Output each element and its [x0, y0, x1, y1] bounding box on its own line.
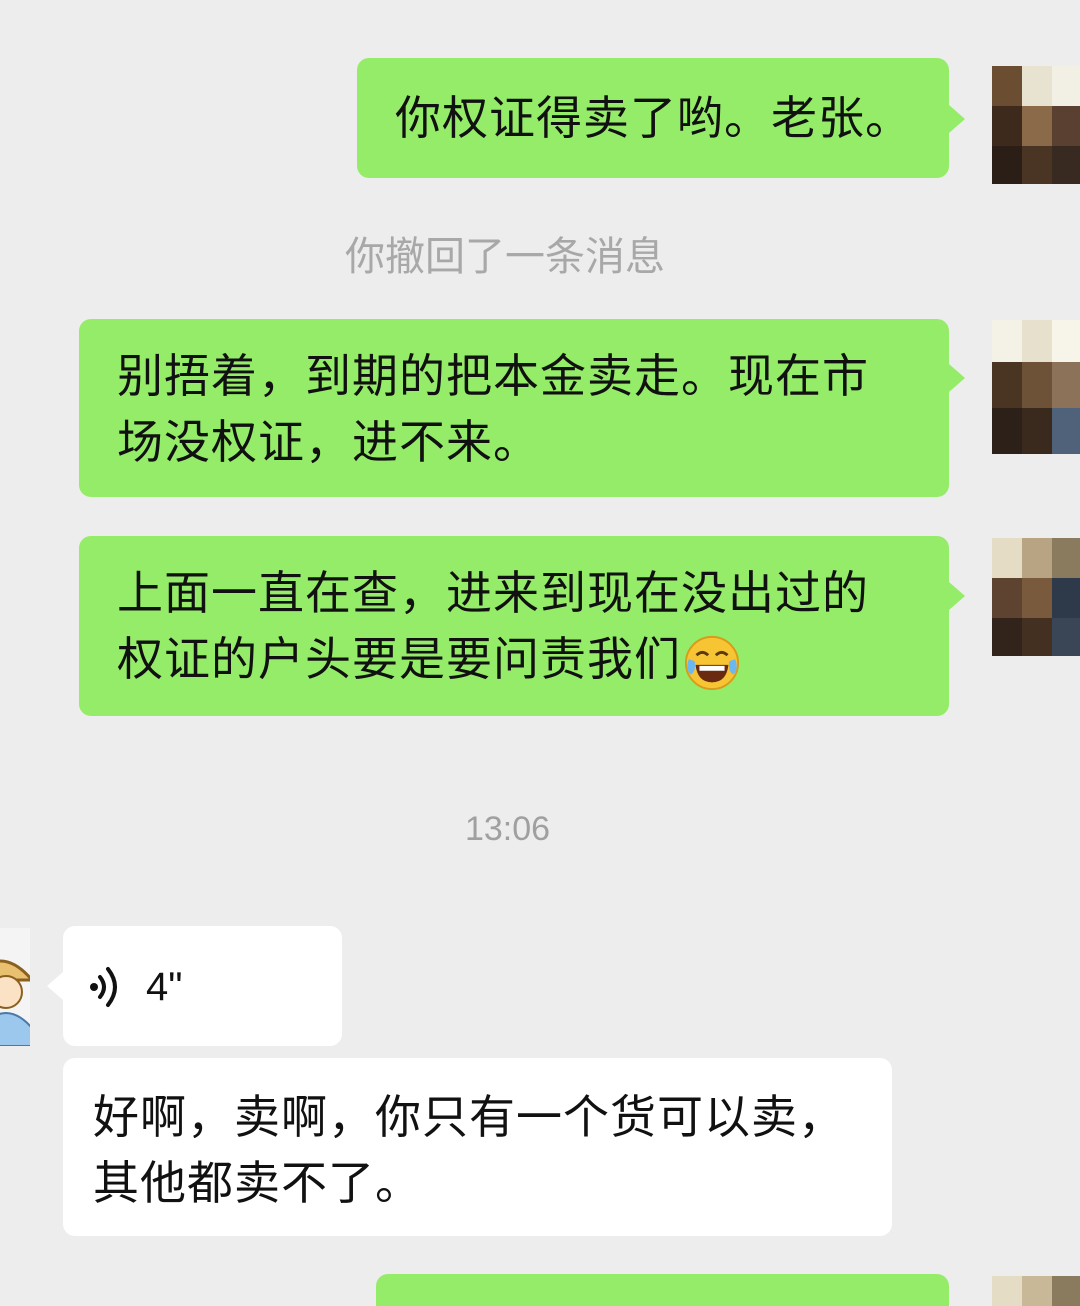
message-text-line: 好啊，卖啊，你只有一个货可以卖， — [93, 1090, 845, 1144]
bubble-tail — [949, 364, 965, 392]
message-text-line: 上面一直在查，进来到现在没出过的 — [117, 566, 869, 620]
incoming-message-bubble[interactable]: 好啊，卖啊，你只有一个货可以卖， 其他都卖不了。 — [63, 1058, 892, 1236]
message-text-line-with-emoji: 权证的户头要是要问责我们 — [117, 626, 949, 692]
bubble-tail — [949, 582, 965, 610]
outgoing-message-bubble[interactable]: 别捂着，到期的把本金卖走。现在市 场没权证，进不来。 — [79, 319, 949, 497]
outgoing-message-bubble[interactable]: 你权证得卖了哟。老张。 — [357, 58, 949, 178]
message-text-line: 权证的户头要是要问责我们 — [117, 632, 681, 686]
timestamp: 13:06 — [464, 810, 551, 848]
message-text: 你权证得卖了哟。老张。 — [395, 91, 912, 145]
avatar-self[interactable] — [992, 538, 1080, 656]
outgoing-message-bubble[interactable]: 上面一直在查，进来到现在没出过的 权证的户头要是要问责我们 — [79, 536, 949, 716]
avatar-contact[interactable] — [0, 928, 30, 1046]
voice-wave-icon[interactable] — [86, 962, 126, 1012]
message-text-line: 别捂着，到期的把本金卖走。现在市 — [117, 349, 869, 403]
chat-area: 你权证得卖了哟。老张。 你撤回了一条消息 别捂着，到期的把本金卖走。现在市 场没… — [0, 0, 1080, 1306]
avatar-self[interactable] — [992, 66, 1080, 184]
bubble-tail — [949, 105, 965, 133]
message-text-line: 场没权证，进不来。 — [117, 415, 540, 469]
avatar-self[interactable] — [992, 320, 1080, 454]
message-text-line: 其他都卖不了。 — [93, 1156, 422, 1210]
voice-duration: 4" — [146, 965, 183, 1009]
recall-notice: 你撤回了一条消息 — [345, 234, 665, 280]
avatar-self[interactable] — [992, 1276, 1080, 1306]
outgoing-message-bubble-partial[interactable] — [376, 1274, 949, 1306]
bubble-tail — [47, 972, 63, 1000]
tears-of-joy-emoji-icon — [684, 635, 740, 690]
